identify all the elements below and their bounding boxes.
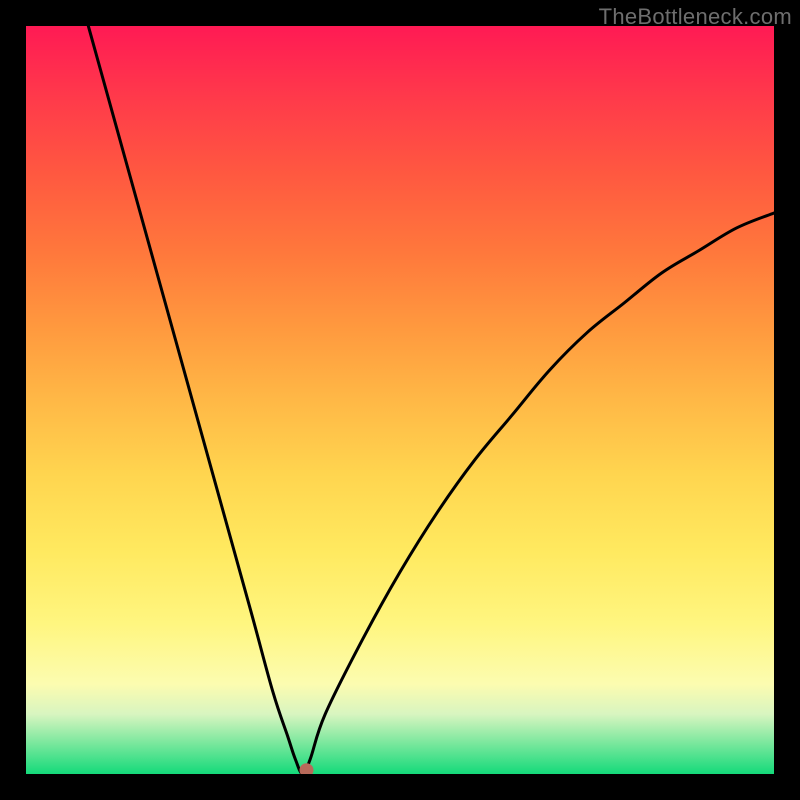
chart-frame: TheBottleneck.com (0, 0, 800, 800)
bottleneck-curve (26, 26, 774, 774)
plot-area (26, 26, 774, 774)
watermark-text: TheBottleneck.com (599, 4, 792, 30)
minimum-marker (300, 763, 314, 774)
